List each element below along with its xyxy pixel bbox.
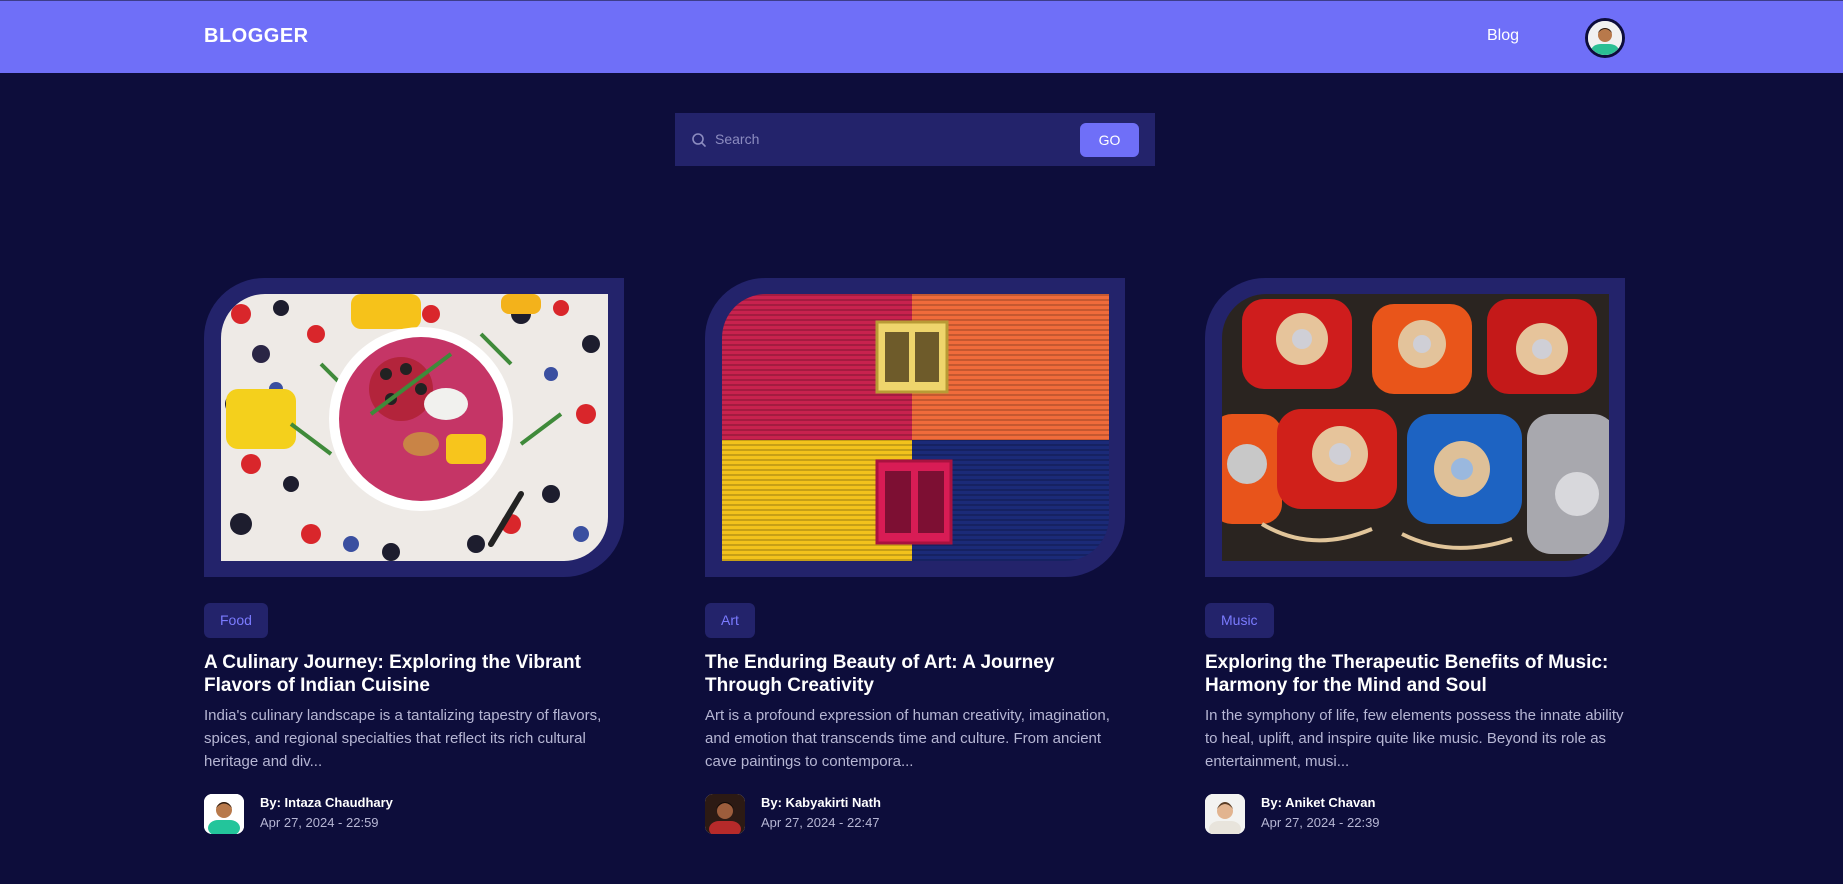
search-icon xyxy=(692,133,706,147)
author-name: By: Aniket Chavan xyxy=(1261,795,1376,810)
window-pink xyxy=(875,459,953,545)
user-avatar[interactable] xyxy=(1585,18,1625,58)
category-tag[interactable]: Art xyxy=(705,603,755,638)
avatar-image xyxy=(1588,21,1622,55)
category-tag[interactable]: Music xyxy=(1205,603,1274,638)
post-excerpt: India's culinary landscape is a tantaliz… xyxy=(204,707,602,770)
navbar: BLOGGER Blog xyxy=(0,0,1843,73)
go-button[interactable]: GO xyxy=(1080,123,1139,157)
post-card[interactable]: Food A Culinary Journey: Exploring the V… xyxy=(204,278,624,838)
post-excerpt: Art is a profound expression of human cr… xyxy=(705,707,1110,770)
card-image[interactable] xyxy=(1222,294,1609,561)
author-avatar xyxy=(705,794,745,834)
post-date: Apr 27, 2024 - 22:59 xyxy=(260,815,379,830)
post-date: Apr 27, 2024 - 22:39 xyxy=(1261,815,1380,830)
card-image[interactable] xyxy=(221,294,608,561)
post-card[interactable]: Art The Enduring Beauty of Art: A Journe… xyxy=(705,278,1125,838)
post-excerpt: In the symphony of life, few elements po… xyxy=(1205,707,1624,770)
category-tag[interactable]: Food xyxy=(204,603,268,638)
post-title[interactable]: Exploring the Therapeutic Benefits of Mu… xyxy=(1205,651,1625,697)
rotary-phones-image xyxy=(1222,294,1609,561)
author-avatar xyxy=(1205,794,1245,834)
post-card[interactable]: Music Exploring the Therapeutic Benefits… xyxy=(1205,278,1625,838)
nav-link-blog[interactable]: Blog xyxy=(1487,27,1519,45)
author-photo xyxy=(705,794,745,834)
author-name: By: Kabyakirti Nath xyxy=(761,795,881,810)
card-image[interactable] xyxy=(722,294,1109,561)
post-title[interactable]: The Enduring Beauty of Art: A Journey Th… xyxy=(705,651,1125,697)
post-date: Apr 27, 2024 - 22:47 xyxy=(761,815,880,830)
search-bar: GO xyxy=(675,113,1155,166)
author-avatar xyxy=(204,794,244,834)
author-name: By: Intaza Chaudhary xyxy=(260,795,393,810)
author-photo xyxy=(1205,794,1245,834)
author-photo xyxy=(204,794,244,834)
card-image-frame xyxy=(204,278,624,577)
brand-logo[interactable]: BLOGGER xyxy=(204,25,309,48)
card-image-frame xyxy=(1205,278,1625,577)
card-image-frame xyxy=(705,278,1125,577)
search-input[interactable] xyxy=(715,125,1075,153)
colorful-wall-image xyxy=(722,294,1109,561)
post-title[interactable]: A Culinary Journey: Exploring the Vibran… xyxy=(204,651,624,697)
food-bowl-image xyxy=(221,294,608,561)
window-yellow xyxy=(875,320,949,394)
